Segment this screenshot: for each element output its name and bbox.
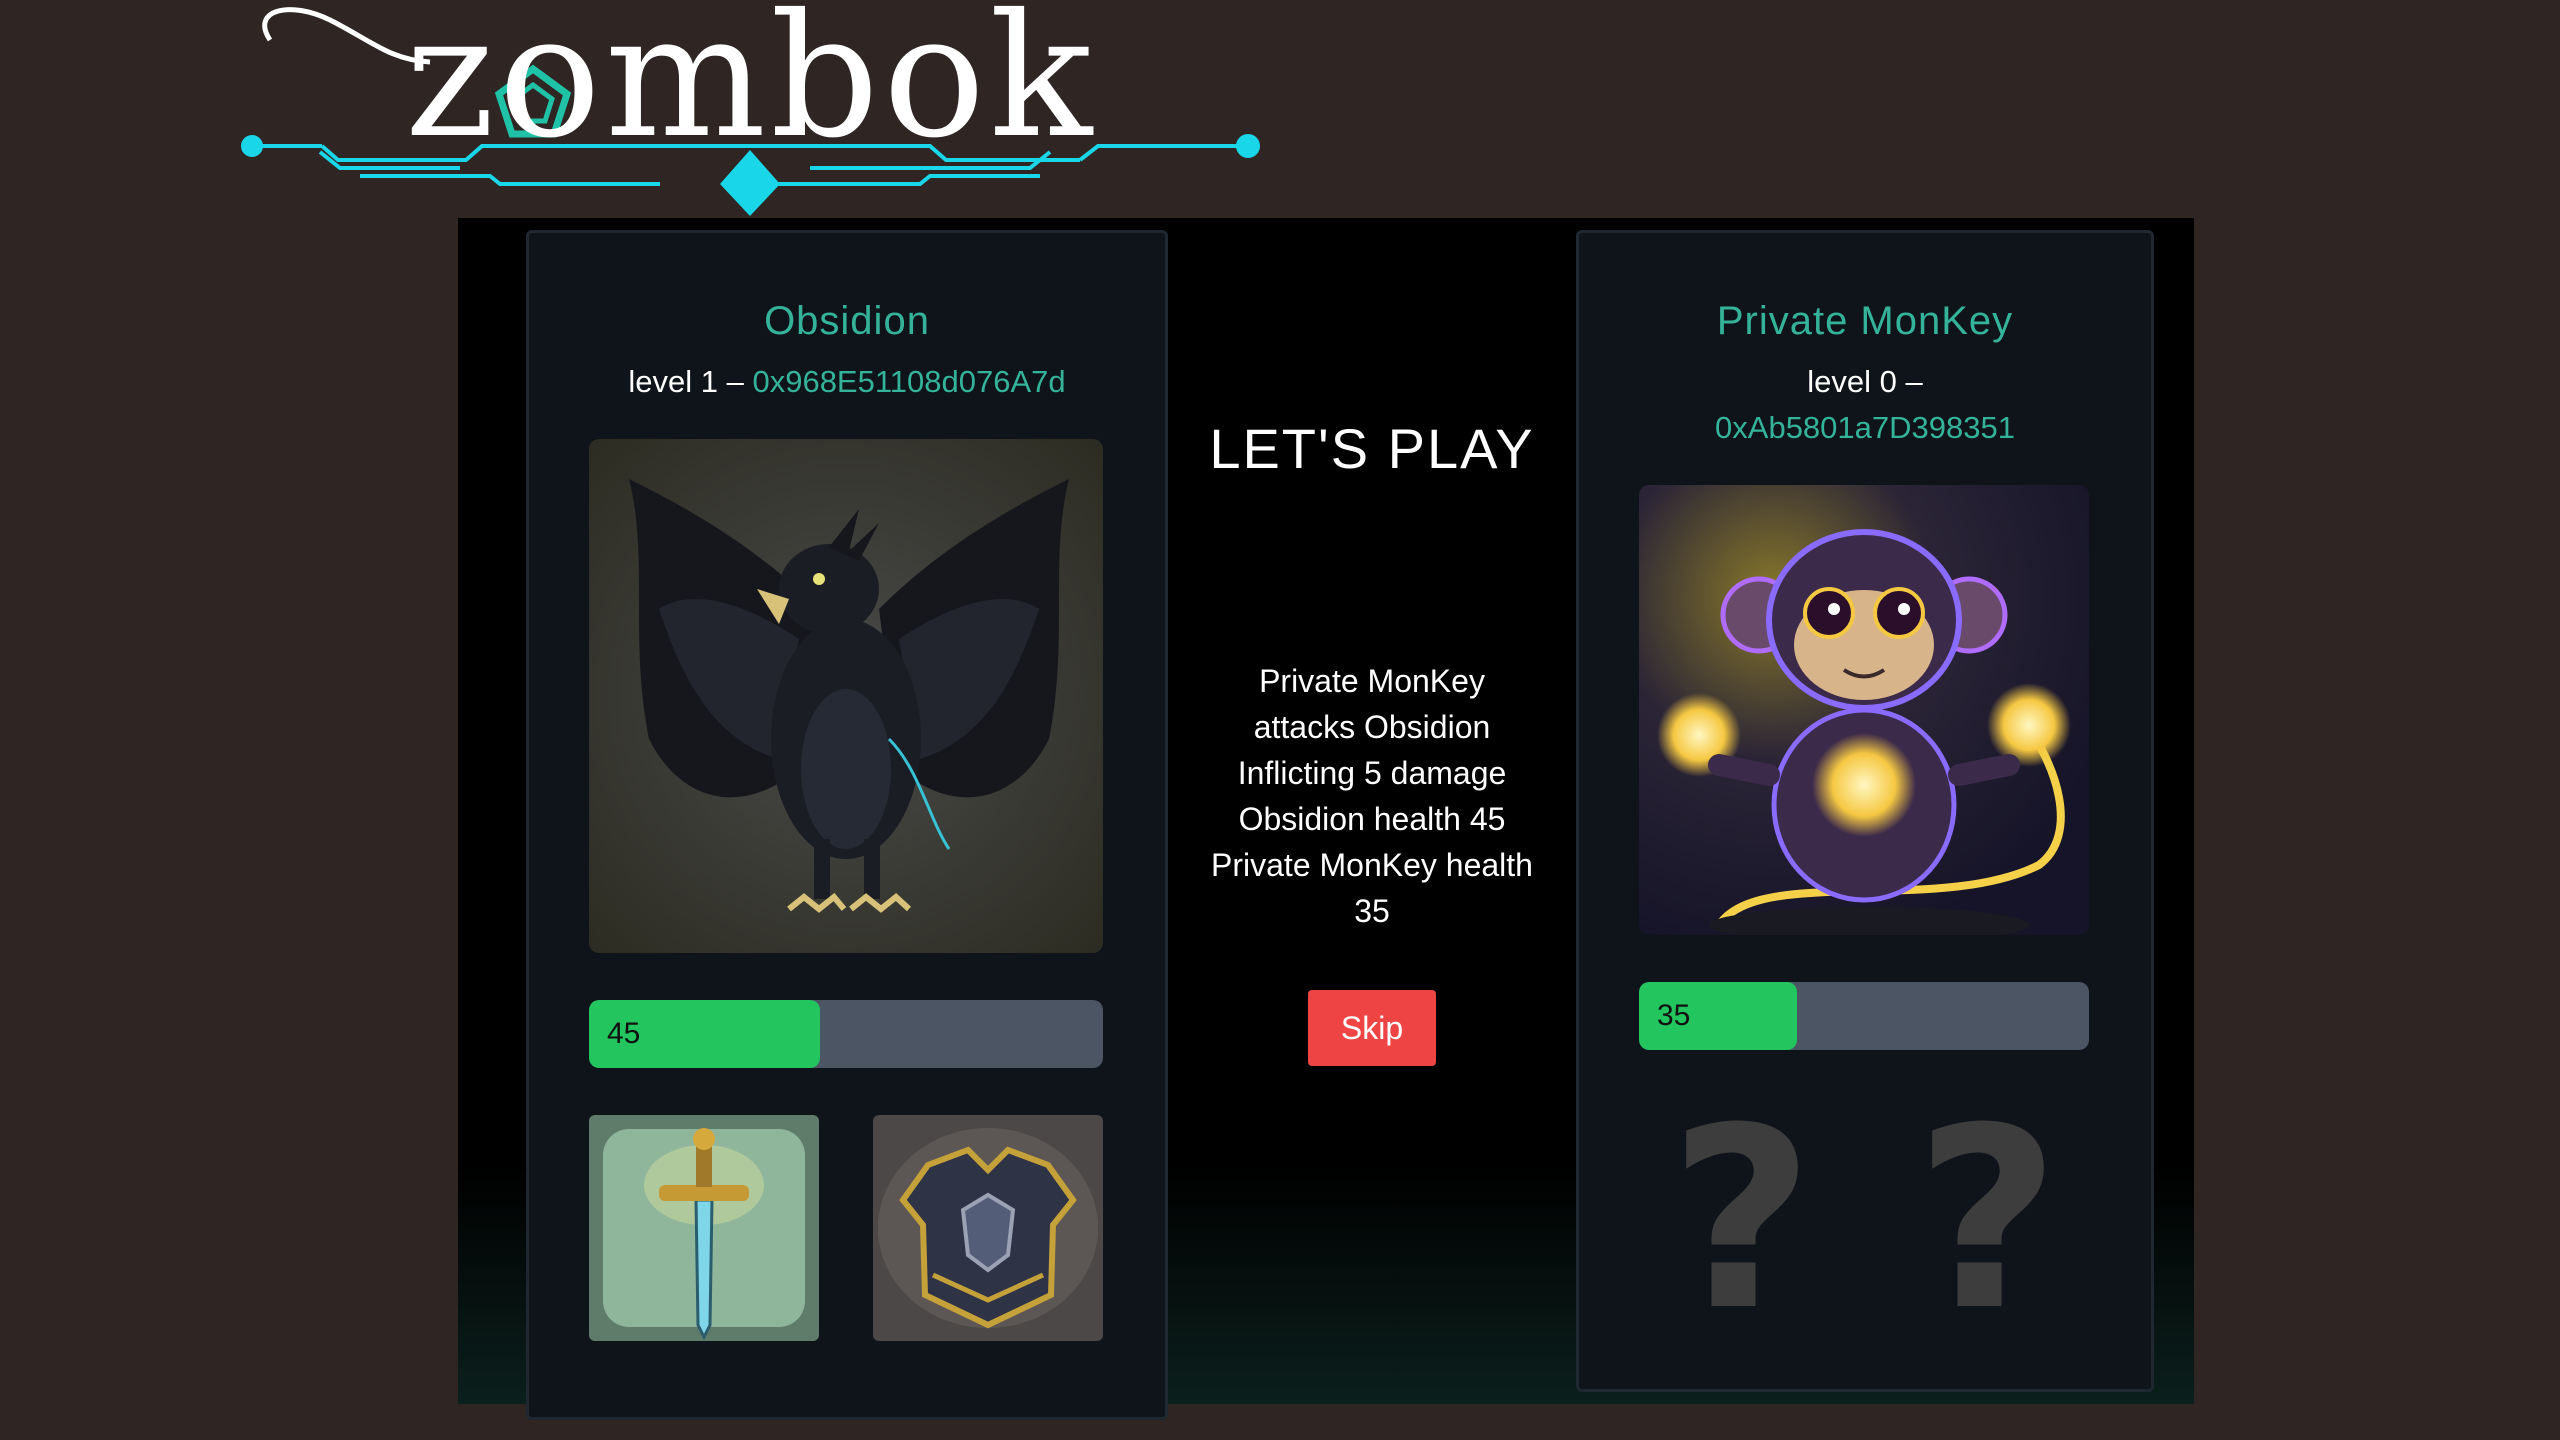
skip-button[interactable]: Skip <box>1308 990 1436 1066</box>
player-card: Obsidion level 1 – 0x968E51108d076A7d 45 <box>526 230 1168 1420</box>
player-item-sword[interactable] <box>589 1115 819 1341</box>
sword-icon <box>589 1115 819 1341</box>
opponent-item-hidden-1: ? <box>1669 1074 1815 1365</box>
battle-stage: Obsidion level 1 – 0x968E51108d076A7d 45… <box>458 218 2194 1420</box>
player-health-bar: 45 <box>589 1000 1103 1068</box>
lets-play-heading: LET'S PLAY <box>1209 417 1535 480</box>
zombok-logo: zombok <box>230 0 1270 220</box>
opponent-level-line: level 0 – 0xAb5801a7D398351 <box>1639 359 2091 451</box>
opponent-name: Private MonKey <box>1716 299 2014 343</box>
player-portrait <box>589 439 1103 953</box>
armor-icon <box>873 1115 1103 1341</box>
player-health-value: 45 <box>607 1017 641 1050</box>
player-separator: – <box>726 364 744 399</box>
player-name: Obsidion <box>764 299 930 343</box>
player-item-armor[interactable] <box>873 1115 1103 1341</box>
black-eagle-creature-icon <box>589 439 1103 953</box>
opponent-portrait <box>1639 485 2089 935</box>
player-level-line: level 1 – 0x968E51108d076A7d <box>529 359 1165 405</box>
glowing-monkey-creature-icon <box>1639 485 2089 935</box>
opponent-health-bar: 35 <box>1639 982 2089 1050</box>
opponent-level: level 0 <box>1807 364 1897 399</box>
opponent-card: Private MonKey level 0 – 0xAb5801a7D3983… <box>1576 230 2154 1392</box>
player-level: level 1 <box>628 364 718 399</box>
player-address[interactable]: 0x968E51108d076A7d <box>752 364 1065 399</box>
opponent-health-value: 35 <box>1657 999 1691 1032</box>
logo-wordmark: zombok <box>405 0 1097 176</box>
battle-log-text: Private MonKey attacks Obsidion Inflicti… <box>1211 663 1533 929</box>
opponent-separator: – <box>1905 364 1923 399</box>
opponent-address[interactable]: 0xAb5801a7D398351 <box>1715 410 2015 445</box>
opponent-item-hidden-2: ? <box>1915 1074 2061 1365</box>
